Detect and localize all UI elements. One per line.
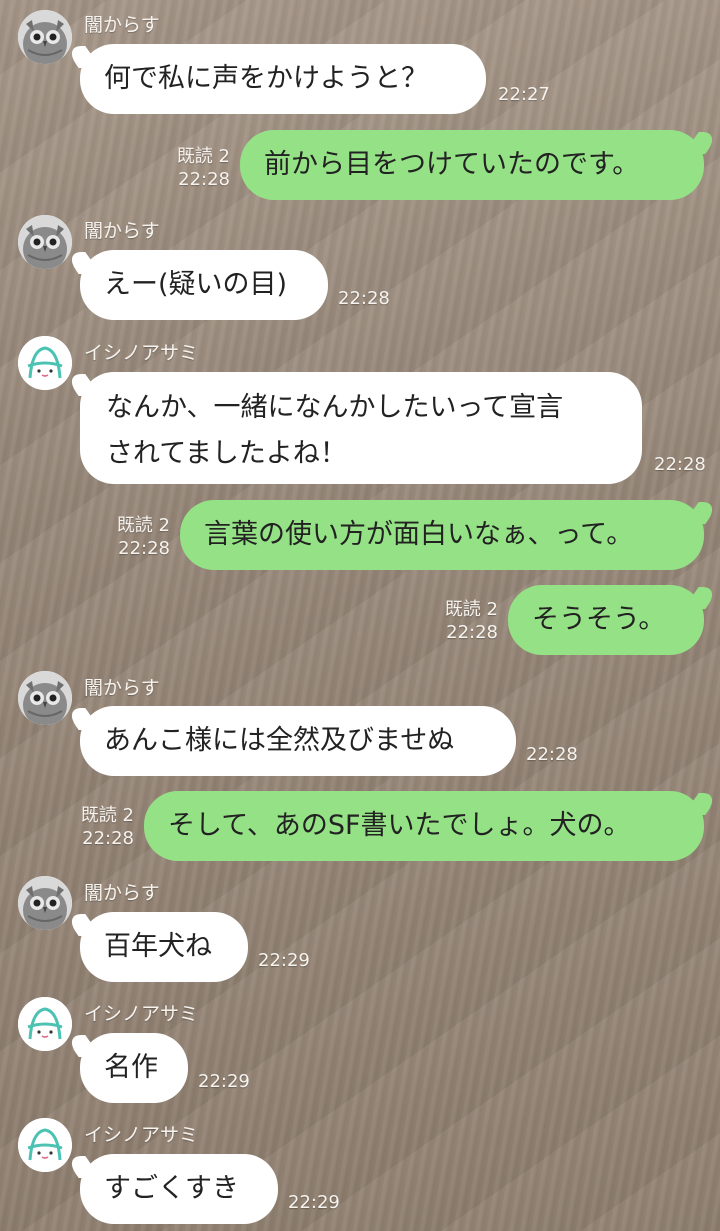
message-time: 22:28: [82, 828, 134, 849]
sender-name: 闇からす: [84, 14, 160, 36]
message-time: 22:29: [198, 1071, 250, 1092]
message-bubble[interactable]: なんか、一緒になんかしたいって宣言 されてましたよね！: [80, 372, 642, 484]
message-meta: 既読 2 22:28: [117, 514, 170, 560]
message-bubble[interactable]: 百年犬ね: [80, 912, 248, 982]
message-meta: 既読 2 22:28: [445, 598, 498, 644]
sprout-face-avatar-icon[interactable]: [18, 1118, 72, 1172]
message-bubble[interactable]: すごくすき: [80, 1154, 278, 1224]
sender-name: イシノアサミ: [84, 1003, 199, 1025]
sprout-face-avatar-icon[interactable]: [18, 336, 72, 390]
sender-name: イシノアサミ: [84, 1124, 199, 1146]
message-bubble[interactable]: えー(疑いの目): [80, 250, 328, 320]
read-receipt: 既読 2: [444, 599, 498, 620]
owl-avatar-icon[interactable]: [18, 671, 72, 725]
message-bubble[interactable]: そうそう。: [508, 585, 704, 655]
message-meta: 既読 2 22:28: [81, 804, 134, 850]
message-bubble[interactable]: 何で私に声をかけようと？: [80, 44, 486, 114]
message-time: 22:29: [288, 1192, 340, 1213]
owl-avatar-icon[interactable]: [18, 10, 72, 64]
sender-name: 闇からす: [84, 882, 160, 904]
message-time: 22:28: [178, 169, 230, 190]
message-time: 22:29: [258, 950, 310, 971]
message-bubble[interactable]: そして、あのSF書いたでしょ。犬の。: [144, 791, 704, 861]
message-time: 22:28: [338, 288, 390, 309]
message-bubble[interactable]: 名作: [80, 1033, 188, 1103]
sender-name: イシノアサミ: [84, 342, 199, 364]
message-bubble[interactable]: 言葉の使い方が面白いなぁ、って。: [180, 500, 704, 570]
message-time: 22:28: [654, 454, 706, 475]
message-line: されてましたよね！: [106, 438, 347, 469]
message-time: 22:27: [498, 84, 550, 105]
sprout-face-avatar-icon[interactable]: [18, 997, 72, 1051]
message-time: 22:28: [118, 538, 170, 559]
message-meta: 既読 2 22:28: [177, 145, 230, 191]
owl-avatar-icon[interactable]: [18, 215, 72, 269]
read-receipt: 既読 2: [116, 515, 170, 536]
read-receipt: 既読 2: [176, 146, 230, 167]
message-time: 22:28: [446, 622, 498, 643]
owl-avatar-icon[interactable]: [18, 876, 72, 930]
sender-name: 闇からす: [84, 220, 160, 242]
message-line: なんか、一緒になんかしたいって宣言: [106, 392, 564, 423]
message-bubble[interactable]: 前から目をつけていたのです。: [240, 130, 704, 200]
sender-name: 闇からす: [84, 677, 160, 699]
message-time: 22:28: [526, 744, 578, 765]
read-receipt: 既読 2: [80, 805, 134, 826]
message-bubble[interactable]: あんこ様には全然及びませぬ: [80, 706, 516, 776]
